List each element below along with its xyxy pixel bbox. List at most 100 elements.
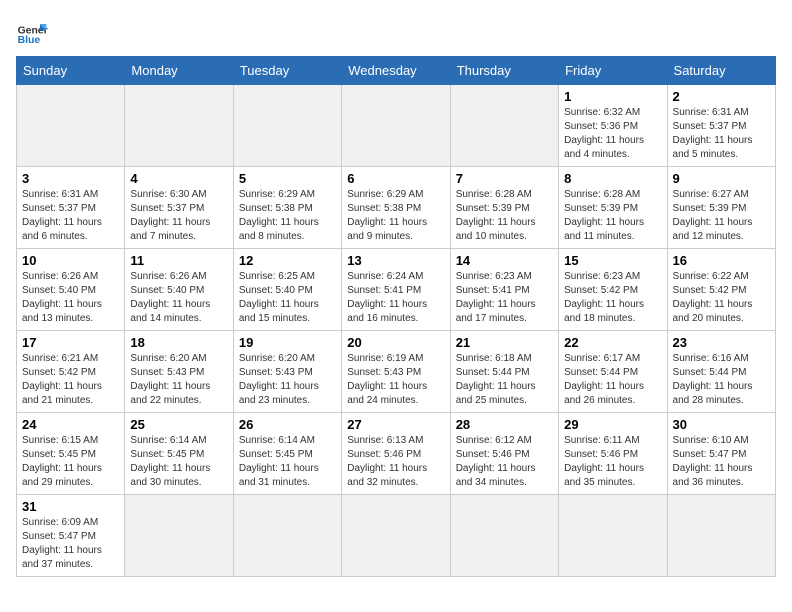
day-info: Sunrise: 6:18 AM Sunset: 5:44 PM Dayligh…	[456, 352, 553, 408]
calendar-cell: 8Sunrise: 6:28 AM Sunset: 5:39 PM Daylig…	[559, 167, 667, 249]
day-info: Sunrise: 6:20 AM Sunset: 5:43 PM Dayligh…	[130, 352, 227, 408]
calendar-cell: 20 Sunrise: 6:19 AM Sunset: 5:43 PM Dayli…	[342, 331, 450, 413]
day-number: 3	[22, 171, 119, 186]
day-number: 21	[456, 335, 553, 350]
day-info: Sunrise: 6:30 AM Sunset: 5:37 PM Dayligh…	[130, 188, 227, 244]
day-number: 4	[130, 171, 227, 186]
calendar-cell	[125, 495, 233, 577]
day-number: 19	[239, 335, 336, 350]
day-info: Sunrise: 6:27 AM Sunset: 5:39 PM Dayligh…	[673, 188, 770, 244]
day-info: Sunrise: 6:24 AM Sunset: 5:41 PM Dayligh…	[347, 270, 444, 326]
calendar-cell: 12 Sunrise: 6:25 AM Sunset: 5:40 PM Dayli…	[233, 249, 341, 331]
day-info: Sunrise: 6:32 AM Sunset: 5:36 PM Dayligh…	[564, 106, 661, 162]
day-number: 25	[130, 417, 227, 432]
calendar-cell	[450, 85, 558, 167]
calendar-cell: 1 Sunrise: 6:32 AM Sunset: 5:36 PM Daylig…	[559, 85, 667, 167]
calendar-cell: 6Sunrise: 6:29 AM Sunset: 5:38 PM Daylig…	[342, 167, 450, 249]
calendar-cell: 18 Sunrise: 6:20 AM Sunset: 5:43 PM Dayli…	[125, 331, 233, 413]
calendar-cell: 13 Sunrise: 6:24 AM Sunset: 5:41 PM Dayli…	[342, 249, 450, 331]
calendar-cell	[233, 495, 341, 577]
day-info: Sunrise: 6:31 AM Sunset: 5:37 PM Dayligh…	[22, 188, 119, 244]
day-number: 26	[239, 417, 336, 432]
logo-icon: General Blue	[16, 16, 48, 48]
calendar-cell: 27Sunrise: 6:13 AM Sunset: 5:46 PM Dayli…	[342, 413, 450, 495]
calendar-cell	[450, 495, 558, 577]
day-info: Sunrise: 6:21 AM Sunset: 5:42 PM Dayligh…	[22, 352, 119, 408]
calendar-cell: 17 Sunrise: 6:21 AM Sunset: 5:42 PM Dayli…	[17, 331, 125, 413]
day-number: 27	[347, 417, 444, 432]
day-number: 14	[456, 253, 553, 268]
day-info: Sunrise: 6:26 AM Sunset: 5:40 PM Dayligh…	[22, 270, 119, 326]
day-number: 17	[22, 335, 119, 350]
calendar-cell	[342, 495, 450, 577]
day-info: Sunrise: 6:25 AM Sunset: 5:40 PM Dayligh…	[239, 270, 336, 326]
day-number: 9	[673, 171, 770, 186]
weekday-header-tuesday: Tuesday	[233, 57, 341, 85]
day-number: 7	[456, 171, 553, 186]
day-number: 23	[673, 335, 770, 350]
day-number: 30	[673, 417, 770, 432]
calendar-cell: 30 Sunrise: 6:10 AM Sunset: 5:47 PM Dayli…	[667, 413, 775, 495]
calendar-cell	[342, 85, 450, 167]
weekday-header-thursday: Thursday	[450, 57, 558, 85]
calendar-cell: 7 Sunrise: 6:28 AM Sunset: 5:39 PM Daylig…	[450, 167, 558, 249]
weekday-header-wednesday: Wednesday	[342, 57, 450, 85]
day-info: Sunrise: 6:26 AM Sunset: 5:40 PM Dayligh…	[130, 270, 227, 326]
calendar-cell: 29 Sunrise: 6:11 AM Sunset: 5:46 PM Dayli…	[559, 413, 667, 495]
calendar-cell	[17, 85, 125, 167]
calendar-cell: 16 Sunrise: 6:22 AM Sunset: 5:42 PM Dayli…	[667, 249, 775, 331]
day-number: 13	[347, 253, 444, 268]
calendar-cell	[125, 85, 233, 167]
calendar-cell: 15 Sunrise: 6:23 AM Sunset: 5:42 PM Dayli…	[559, 249, 667, 331]
day-number: 6	[347, 171, 444, 186]
calendar-cell	[233, 85, 341, 167]
day-number: 5	[239, 171, 336, 186]
day-info: Sunrise: 6:14 AM Sunset: 5:45 PM Dayligh…	[239, 434, 336, 490]
weekday-header-monday: Monday	[125, 57, 233, 85]
day-number: 16	[673, 253, 770, 268]
calendar-table: SundayMondayTuesdayWednesdayThursdayFrid…	[16, 56, 776, 577]
calendar-cell: 5Sunrise: 6:29 AM Sunset: 5:38 PM Daylig…	[233, 167, 341, 249]
calendar-cell: 11 Sunrise: 6:26 AM Sunset: 5:40 PM Dayli…	[125, 249, 233, 331]
page-header: General Blue	[16, 16, 776, 48]
day-info: Sunrise: 6:11 AM Sunset: 5:46 PM Dayligh…	[564, 434, 661, 490]
day-info: Sunrise: 6:19 AM Sunset: 5:43 PM Dayligh…	[347, 352, 444, 408]
calendar-cell: 21 Sunrise: 6:18 AM Sunset: 5:44 PM Dayli…	[450, 331, 558, 413]
day-info: Sunrise: 6:20 AM Sunset: 5:43 PM Dayligh…	[239, 352, 336, 408]
day-number: 12	[239, 253, 336, 268]
day-number: 20	[347, 335, 444, 350]
day-number: 24	[22, 417, 119, 432]
calendar-cell: 23 Sunrise: 6:16 AM Sunset: 5:44 PM Dayli…	[667, 331, 775, 413]
day-info: Sunrise: 6:28 AM Sunset: 5:39 PM Dayligh…	[456, 188, 553, 244]
calendar-cell: 25Sunrise: 6:14 AM Sunset: 5:45 PM Dayli…	[125, 413, 233, 495]
calendar-cell: 31Sunrise: 6:09 AM Sunset: 5:47 PM Dayli…	[17, 495, 125, 577]
day-info: Sunrise: 6:10 AM Sunset: 5:47 PM Dayligh…	[673, 434, 770, 490]
day-number: 1	[564, 89, 661, 104]
day-info: Sunrise: 6:22 AM Sunset: 5:42 PM Dayligh…	[673, 270, 770, 326]
day-info: Sunrise: 6:31 AM Sunset: 5:37 PM Dayligh…	[673, 106, 770, 162]
day-info: Sunrise: 6:23 AM Sunset: 5:41 PM Dayligh…	[456, 270, 553, 326]
day-number: 15	[564, 253, 661, 268]
day-number: 2	[673, 89, 770, 104]
day-number: 11	[130, 253, 227, 268]
day-info: Sunrise: 6:12 AM Sunset: 5:46 PM Dayligh…	[456, 434, 553, 490]
weekday-header-sunday: Sunday	[17, 57, 125, 85]
calendar-cell: 28 Sunrise: 6:12 AM Sunset: 5:46 PM Dayli…	[450, 413, 558, 495]
calendar-cell: 14 Sunrise: 6:23 AM Sunset: 5:41 PM Dayli…	[450, 249, 558, 331]
day-number: 18	[130, 335, 227, 350]
day-number: 10	[22, 253, 119, 268]
day-number: 28	[456, 417, 553, 432]
day-info: Sunrise: 6:16 AM Sunset: 5:44 PM Dayligh…	[673, 352, 770, 408]
day-number: 29	[564, 417, 661, 432]
calendar-cell: 19 Sunrise: 6:20 AM Sunset: 5:43 PM Dayli…	[233, 331, 341, 413]
weekday-header-saturday: Saturday	[667, 57, 775, 85]
calendar-cell: 3 Sunrise: 6:31 AM Sunset: 5:37 PM Daylig…	[17, 167, 125, 249]
calendar-cell	[667, 495, 775, 577]
calendar-cell: 9 Sunrise: 6:27 AM Sunset: 5:39 PM Daylig…	[667, 167, 775, 249]
day-info: Sunrise: 6:28 AM Sunset: 5:39 PM Dayligh…	[564, 188, 661, 244]
weekday-header-friday: Friday	[559, 57, 667, 85]
calendar-cell: 22Sunrise: 6:17 AM Sunset: 5:44 PM Dayli…	[559, 331, 667, 413]
day-number: 31	[22, 499, 119, 514]
day-info: Sunrise: 6:23 AM Sunset: 5:42 PM Dayligh…	[564, 270, 661, 326]
day-number: 22	[564, 335, 661, 350]
